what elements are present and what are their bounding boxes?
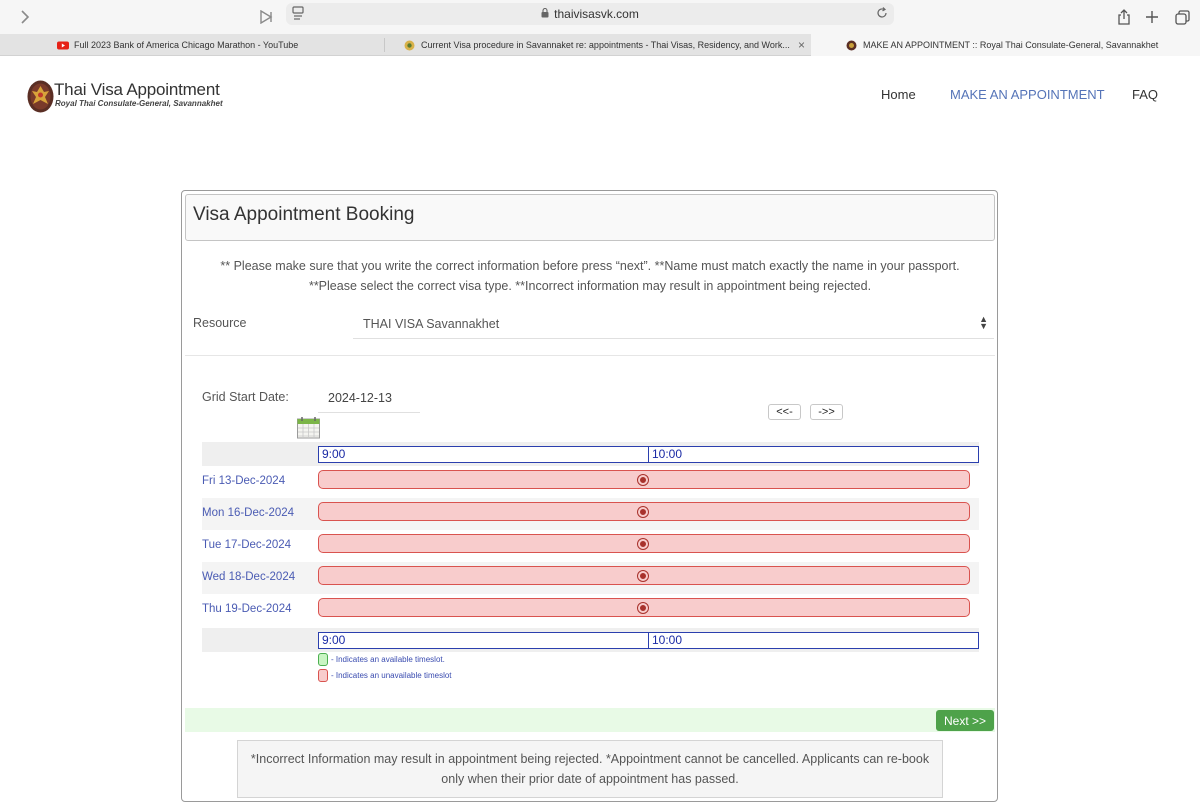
- tab-appointment[interactable]: MAKE AN APPOINTMENT :: Royal Thai Consul…: [811, 34, 1200, 56]
- radio-dot-icon: [638, 507, 648, 517]
- time-9-00: 9:00: [322, 447, 346, 461]
- consulate-logo[interactable]: [27, 80, 54, 113]
- day-label[interactable]: Wed 18-Dec-2024: [202, 571, 295, 583]
- day-label[interactable]: Thu 19-Dec-2024: [202, 603, 292, 615]
- tab-title: Current Visa procedure in Savannaket re:…: [421, 40, 790, 50]
- unavailable-swatch: [318, 669, 328, 682]
- legend-available: - Indicates an available timeslot.: [318, 653, 445, 666]
- available-swatch: [318, 653, 328, 666]
- chevron-right-icon[interactable]: [14, 6, 36, 28]
- unavailable-timeslot[interactable]: [318, 598, 970, 617]
- prev-week-button[interactable]: <<-: [768, 404, 801, 420]
- next-week-button[interactable]: ->>: [810, 404, 843, 420]
- unavailable-timeslot[interactable]: [318, 502, 970, 521]
- tab-youtube[interactable]: Full 2023 Bank of America Chicago Marath…: [57, 34, 379, 56]
- new-tab-icon[interactable]: [1141, 6, 1163, 28]
- address-bar[interactable]: thaivisasvk.com: [286, 3, 894, 25]
- nav-faq[interactable]: FAQ: [1132, 87, 1158, 102]
- share-icon[interactable]: [1113, 6, 1135, 28]
- radio-dot-icon: [638, 539, 648, 549]
- browser-toolbar: thaivisasvk.com: [0, 0, 1200, 34]
- tab-title: MAKE AN APPOINTMENT :: Royal Thai Consul…: [863, 40, 1159, 50]
- radio-dot-icon: [638, 571, 648, 581]
- lock-icon: [541, 7, 549, 21]
- time-10-00: 10:00: [652, 633, 683, 647]
- next-button[interactable]: Next >>: [936, 710, 994, 731]
- forum-icon: [404, 40, 415, 51]
- day-label[interactable]: Fri 13-Dec-2024: [202, 475, 285, 487]
- reader-play-icon[interactable]: [256, 6, 278, 28]
- resource-select[interactable]: THAI VISA Savannakhet ▲ ▼: [353, 310, 994, 339]
- select-arrows-icon: ▲ ▼: [979, 314, 988, 331]
- notice-line-1: ** Please make sure that you write the c…: [220, 259, 960, 273]
- divider: [185, 355, 995, 356]
- notice-line-2: **Please select the correct visa type. *…: [308, 279, 872, 293]
- reload-icon[interactable]: [876, 6, 888, 23]
- day-label[interactable]: Mon 16-Dec-2024: [202, 507, 294, 519]
- grid-start-date-label: Grid Start Date:: [202, 390, 289, 404]
- garuda-icon: [846, 40, 857, 51]
- url-text: thaivisasvk.com: [554, 7, 639, 21]
- legend-unavailable-text: - Indicates an unavailable timeslot: [331, 671, 452, 680]
- day-row: Fri 13-Dec-2024: [202, 466, 979, 498]
- tab-forum[interactable]: Current Visa procedure in Savannaket re:…: [404, 34, 790, 56]
- time-9-00: 9:00: [322, 633, 346, 647]
- legend-available-text: - Indicates an available timeslot.: [331, 655, 445, 664]
- youtube-icon: [57, 40, 69, 51]
- nav-make-appointment[interactable]: MAKE AN APPOINTMENT: [950, 87, 1105, 102]
- resource-label: Resource: [193, 316, 247, 330]
- page-title: Visa Appointment Booking: [193, 204, 415, 225]
- tab-overview-icon[interactable]: [1171, 6, 1193, 28]
- tab-separator: [384, 38, 385, 52]
- unavailable-timeslot[interactable]: [318, 470, 970, 489]
- unavailable-timeslot[interactable]: [318, 534, 970, 553]
- tab-title: Full 2023 Bank of America Chicago Marath…: [74, 40, 299, 50]
- time-header-bottom: 9:00 10:00: [318, 632, 979, 649]
- grid-start-date-input[interactable]: 2024-12-13: [318, 385, 420, 413]
- day-row: Tue 17-Dec-2024: [202, 530, 979, 562]
- nav-home[interactable]: Home: [881, 87, 916, 102]
- day-row: Thu 19-Dec-2024: [202, 594, 979, 626]
- time-header-top: 9:00 10:00: [318, 446, 979, 463]
- brand-subtitle: Royal Thai Consulate-General, Savannakhe…: [55, 99, 223, 108]
- day-label[interactable]: Tue 17-Dec-2024: [202, 539, 291, 551]
- calendar-icon[interactable]: [297, 417, 320, 439]
- day-row: Wed 18-Dec-2024: [202, 562, 979, 594]
- legend-unavailable: - Indicates an unavailable timeslot: [318, 669, 452, 682]
- footer-note: *Incorrect Information may result in app…: [237, 740, 943, 798]
- next-bar: [185, 708, 995, 732]
- radio-dot-icon: [638, 475, 648, 485]
- page-menu-icon[interactable]: [292, 6, 304, 23]
- resource-selected-value: THAI VISA Savannakhet: [363, 317, 500, 331]
- tab-strip: Full 2023 Bank of America Chicago Marath…: [0, 34, 1200, 56]
- time-10-00: 10:00: [652, 447, 683, 461]
- day-row: Mon 16-Dec-2024: [202, 498, 979, 530]
- brand-title[interactable]: Thai Visa Appointment: [54, 80, 220, 100]
- unavailable-timeslot[interactable]: [318, 566, 970, 585]
- radio-dot-icon: [638, 603, 648, 613]
- close-tab-icon[interactable]: ×: [798, 38, 805, 52]
